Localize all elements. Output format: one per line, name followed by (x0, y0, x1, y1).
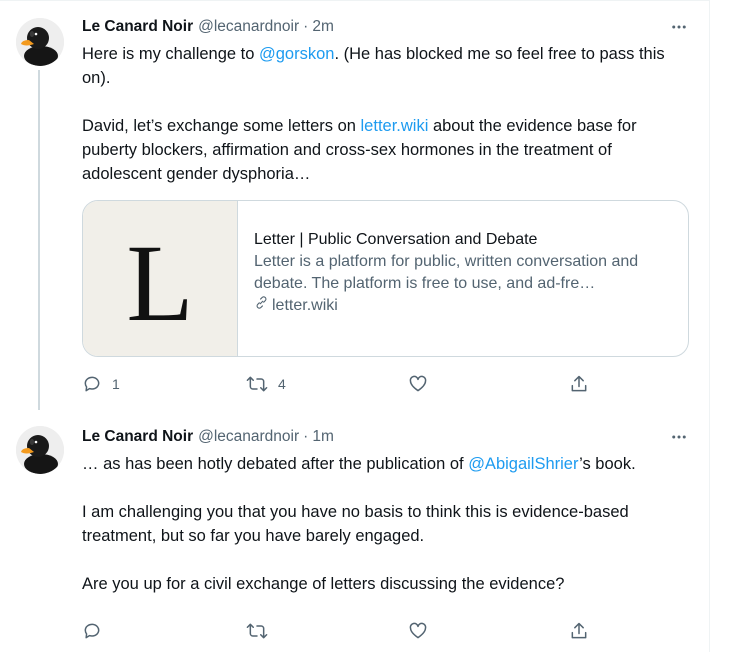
tweet-text: Here is my challenge to @gorskon. (He ha… (82, 42, 690, 186)
black-duck-avatar-icon (16, 18, 64, 66)
mention-link[interactable]: @gorskon (259, 45, 334, 63)
like-button[interactable] (408, 620, 428, 642)
tweet-content: Le Canard Noir @lecanardnoir · 1m … as h… (82, 426, 690, 639)
tweet-actions (82, 620, 602, 642)
text-segment: ’s book. (579, 455, 636, 473)
author-name[interactable]: Le Canard Noir (82, 428, 193, 446)
tweet[interactable]: Le Canard Noir @lecanardnoir · 2m Here i… (0, 0, 710, 410)
more-icon[interactable] (668, 426, 690, 448)
separator: · (303, 18, 309, 35)
link-icon (254, 295, 269, 317)
card-image: L (83, 201, 238, 356)
like-button[interactable] (408, 373, 428, 395)
reply-button[interactable] (82, 620, 102, 642)
retweet-icon (246, 621, 268, 641)
card-body: Letter | Public Conversation and Debate … (238, 201, 688, 356)
author-handle[interactable]: @lecanardnoir (198, 428, 299, 446)
thread-connector (38, 70, 40, 410)
timeline: Le Canard Noir @lecanardnoir · 2m Here i… (0, 0, 710, 652)
retweet-icon (246, 374, 268, 394)
retweet-button[interactable] (246, 620, 268, 642)
card-url: letter.wiki (254, 295, 670, 317)
avatar[interactable] (16, 426, 64, 474)
tweet[interactable]: Le Canard Noir @lecanardnoir · 1m … as h… (0, 408, 710, 652)
text-segment: … as has been hotly debated after the pu… (82, 455, 469, 473)
retweet-button[interactable]: 4 (246, 373, 286, 395)
text-segment: David, let’s exchange some letters on (82, 117, 361, 135)
card-image-letter: L (126, 221, 194, 344)
card-url-text: letter.wiki (272, 297, 338, 314)
heart-icon (408, 374, 428, 394)
url-link[interactable]: letter.wiki (361, 117, 429, 135)
card-title: Letter | Public Conversation and Debate (254, 231, 538, 248)
text-paragraph: I am challenging you that you have no ba… (82, 503, 629, 545)
heart-icon (408, 621, 428, 641)
link-preview-card[interactable]: L Letter | Public Conversation and Debat… (82, 200, 689, 357)
timestamp[interactable]: 2m (312, 18, 334, 36)
reply-icon (82, 621, 102, 641)
timestamp[interactable]: 1m (312, 428, 334, 446)
mention-link[interactable]: @AbigailShrier (468, 455, 579, 473)
tweet-header: Le Canard Noir @lecanardnoir · 2m (82, 16, 690, 38)
reply-icon (82, 374, 102, 394)
author-name[interactable]: Le Canard Noir (82, 18, 193, 36)
share-icon (569, 374, 589, 394)
share-icon (569, 621, 589, 641)
share-button[interactable] (569, 620, 589, 642)
black-duck-avatar-icon (16, 426, 64, 474)
separator: · (303, 428, 309, 445)
retweet-count: 4 (278, 376, 286, 392)
tweet-header: Le Canard Noir @lecanardnoir · 1m (82, 426, 690, 448)
author-handle[interactable]: @lecanardnoir (198, 18, 299, 36)
tweet-actions: 1 4 (82, 373, 602, 395)
reply-button[interactable]: 1 (82, 373, 120, 395)
share-button[interactable] (569, 373, 589, 395)
more-icon[interactable] (668, 16, 690, 38)
text-paragraph: Are you up for a civil exchange of lette… (82, 575, 565, 593)
card-description: Letter is a platform for public, written… (254, 253, 639, 292)
reply-count: 1 (112, 376, 120, 392)
tweet-content: Le Canard Noir @lecanardnoir · 2m Here i… (82, 16, 690, 392)
tweet-text: … as has been hotly debated after the pu… (82, 452, 690, 596)
avatar[interactable] (16, 18, 64, 66)
text-segment: Here is my challenge to (82, 45, 259, 63)
